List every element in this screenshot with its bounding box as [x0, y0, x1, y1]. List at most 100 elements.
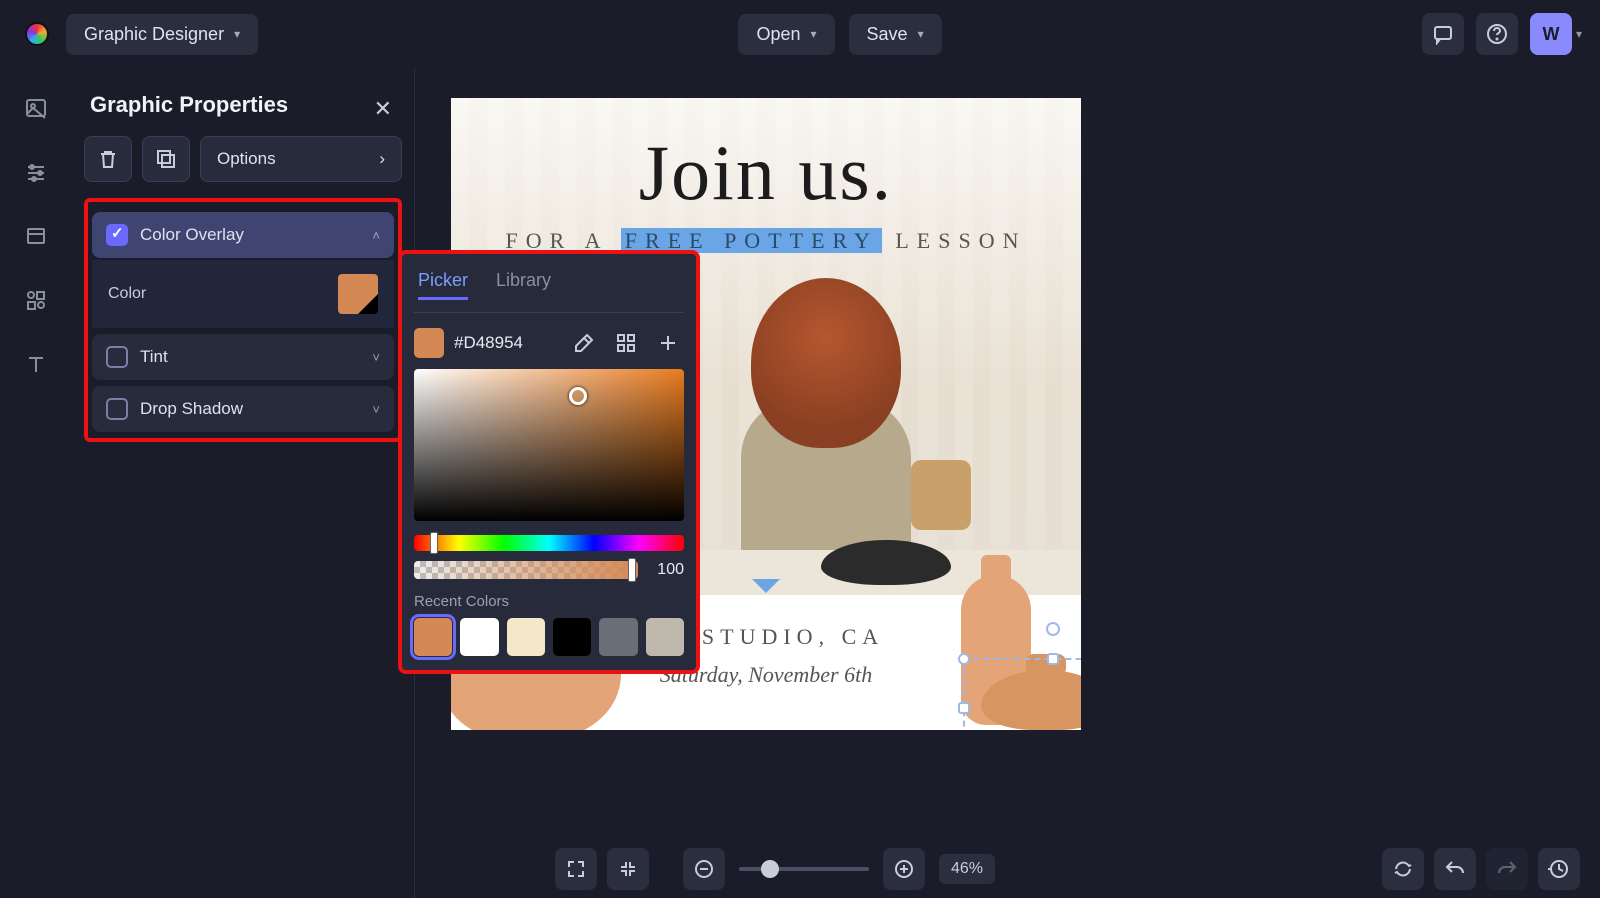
chevron-down-icon: ˅	[372, 350, 380, 365]
layout-icon	[25, 225, 47, 247]
panel-title: Graphic Properties	[84, 82, 294, 136]
hue-handle[interactable]	[430, 532, 438, 554]
tint-label: Tint	[140, 347, 168, 367]
color-label: Color	[108, 285, 146, 303]
color-swatch[interactable]	[338, 274, 378, 314]
options-label: Options	[217, 149, 276, 169]
app-logo[interactable]	[18, 15, 56, 53]
shapes-tool[interactable]	[18, 282, 54, 318]
recent-color-swatch[interactable]	[553, 618, 591, 656]
chevron-down-icon: ▾	[811, 27, 817, 41]
zoom-in-button[interactable]	[883, 848, 925, 890]
alpha-value[interactable]: 100	[646, 561, 684, 579]
mode-dropdown[interactable]: Graphic Designer ▾	[66, 14, 258, 55]
bowl-shape	[821, 540, 951, 585]
recent-color-swatch[interactable]	[460, 618, 498, 656]
comments-button[interactable]	[1422, 13, 1464, 55]
recent-color-swatch[interactable]	[646, 618, 684, 656]
open-label: Open	[756, 24, 800, 45]
text-tool[interactable]	[18, 346, 54, 382]
refresh-button[interactable]	[1382, 848, 1424, 890]
tint-property[interactable]: Tint ˅	[92, 334, 394, 380]
save-label: Save	[867, 24, 908, 45]
saturation-value-area[interactable]	[414, 369, 684, 521]
comment-icon	[1432, 23, 1454, 45]
duplicate-button[interactable]	[142, 136, 190, 182]
resize-handle[interactable]	[1047, 653, 1059, 665]
zoom-knob[interactable]	[761, 860, 779, 878]
plus-icon	[657, 332, 679, 354]
redo-button[interactable]	[1486, 848, 1528, 890]
trash-icon	[97, 148, 119, 170]
undo-icon	[1444, 858, 1466, 880]
drop-shadow-label: Drop Shadow	[140, 399, 243, 419]
resize-handle[interactable]	[958, 702, 970, 714]
sv-handle[interactable]	[569, 387, 587, 405]
recent-color-swatch[interactable]	[507, 618, 545, 656]
recent-color-swatch[interactable]	[414, 618, 452, 656]
alpha-handle[interactable]	[628, 558, 636, 582]
tint-checkbox[interactable]	[106, 346, 128, 368]
fullscreen-button[interactable]	[555, 848, 597, 890]
resize-handle[interactable]	[958, 653, 970, 665]
zoom-slider[interactable]	[739, 867, 869, 871]
delete-button[interactable]	[84, 136, 132, 182]
expand-icon	[565, 858, 587, 880]
palette-grid-button[interactable]	[610, 327, 642, 359]
hue-slider[interactable]	[414, 535, 684, 551]
redo-icon	[1496, 858, 1518, 880]
library-tab[interactable]: Library	[496, 270, 551, 300]
text-icon	[25, 353, 47, 375]
chevron-down-icon: ˅	[372, 402, 380, 417]
hex-input[interactable]: #D48954	[454, 333, 558, 353]
color-overlay-property[interactable]: Color Overlay ˄	[92, 212, 394, 258]
grid-icon	[615, 332, 637, 354]
drop-shadow-checkbox[interactable]	[106, 398, 128, 420]
recent-color-swatch[interactable]	[599, 618, 637, 656]
color-overlay-checkbox[interactable]	[106, 224, 128, 246]
adjust-tool[interactable]	[18, 154, 54, 190]
stool-shape	[911, 460, 971, 530]
rotate-handle[interactable]	[1046, 622, 1060, 636]
top-bar: Graphic Designer ▾ Open ▾ Save ▾ W ▾	[0, 0, 1600, 68]
plus-icon	[893, 858, 915, 880]
tool-rail	[0, 68, 72, 898]
history-icon	[1548, 858, 1570, 880]
minus-icon	[693, 858, 715, 880]
close-panel-button[interactable]: ✕	[364, 90, 402, 128]
collapse-icon	[617, 858, 639, 880]
zoom-percent[interactable]: 46%	[939, 854, 995, 884]
zoom-out-button[interactable]	[683, 848, 725, 890]
drop-shadow-property[interactable]: Drop Shadow ˅	[92, 386, 394, 432]
eyedropper-button[interactable]	[568, 327, 600, 359]
recent-colors-row	[414, 618, 684, 656]
refresh-icon	[1392, 858, 1414, 880]
bottom-bar: 46%	[415, 840, 1600, 898]
user-avatar: W	[1530, 13, 1572, 55]
alpha-slider[interactable]	[414, 561, 638, 579]
duplicate-icon	[155, 148, 177, 170]
picker-tab[interactable]: Picker	[418, 270, 468, 300]
options-dropdown[interactable]: Options ›	[200, 136, 402, 182]
add-color-button[interactable]	[652, 327, 684, 359]
headline-text[interactable]: Join us.	[451, 128, 1081, 218]
recent-colors-label: Recent Colors	[414, 593, 684, 610]
chevron-up-icon: ˄	[372, 228, 380, 243]
undo-button[interactable]	[1434, 848, 1476, 890]
image-icon	[25, 97, 47, 119]
color-row[interactable]: Color	[92, 260, 394, 328]
help-button[interactable]	[1476, 13, 1518, 55]
history-button[interactable]	[1538, 848, 1580, 890]
save-button[interactable]: Save ▾	[849, 14, 942, 55]
eyedropper-icon	[573, 332, 595, 354]
sliders-icon	[25, 161, 47, 183]
layout-tool[interactable]	[18, 218, 54, 254]
image-tool[interactable]	[18, 90, 54, 126]
account-menu[interactable]: W ▾	[1530, 13, 1582, 55]
mode-label: Graphic Designer	[84, 24, 224, 45]
selection-box[interactable]	[963, 658, 1081, 730]
chevron-right-icon: ›	[379, 149, 385, 169]
highlight-annotation: Color Overlay ˄ Color Tint ˅ Drop Shadow…	[84, 198, 402, 442]
fit-button[interactable]	[607, 848, 649, 890]
open-button[interactable]: Open ▾	[738, 14, 834, 55]
